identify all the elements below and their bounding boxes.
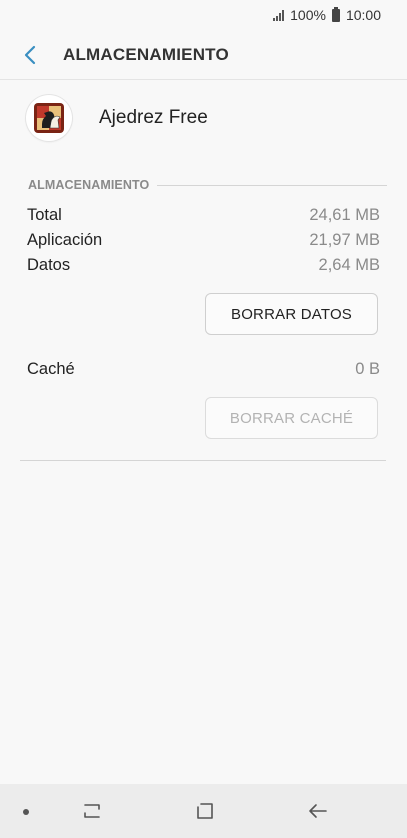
back-nav-button[interactable] — [303, 796, 333, 826]
home-button[interactable] — [190, 796, 220, 826]
storage-row-data: Datos 2,64 MB — [27, 254, 380, 276]
clear-data-button[interactable]: BORRAR DATOS — [205, 293, 378, 335]
chevron-left-icon — [24, 45, 36, 64]
battery-icon — [331, 6, 340, 22]
signal-icon — [273, 9, 285, 21]
row-label: Aplicación — [27, 230, 103, 249]
navigation-bar — [0, 784, 407, 838]
storage-row-total: Total 24,61 MB — [27, 204, 380, 226]
row-label: Datos — [27, 255, 71, 274]
app-name: Ajedrez Free — [99, 107, 208, 128]
recent-apps-button[interactable] — [77, 796, 107, 826]
recent-apps-icon — [84, 804, 100, 818]
storage-row-application: Aplicación 21,97 MB — [27, 229, 380, 251]
section-divider — [157, 184, 387, 186]
clock: 10:00 — [345, 7, 381, 23]
row-value: 2,64 MB — [318, 255, 380, 274]
row-label: Caché — [27, 359, 75, 378]
row-label: Total — [27, 205, 62, 224]
storage-section-header: ALMACENAMIENTO — [28, 178, 387, 192]
page-title: ALMACENAMIENTO — [63, 44, 229, 64]
status-bar: 100% 10:00 — [0, 0, 407, 30]
battery-percent: 100% — [290, 7, 326, 23]
row-value: 24,61 MB — [309, 205, 380, 224]
app-header: Ajedrez Free — [26, 95, 208, 141]
chess-app-icon — [26, 95, 72, 141]
home-icon — [197, 803, 213, 819]
section-label: ALMACENAMIENTO — [28, 178, 150, 192]
back-button[interactable] — [0, 30, 60, 80]
app-bar: ALMACENAMIENTO — [0, 30, 407, 80]
section-divider-bottom — [20, 460, 386, 461]
row-value: 21,97 MB — [309, 230, 380, 249]
clear-cache-button[interactable]: BORRAR CACHÉ — [205, 397, 378, 439]
back-arrow-icon — [309, 804, 327, 818]
dot-icon[interactable] — [23, 809, 29, 815]
row-value: 0 B — [355, 359, 380, 378]
cache-row: Caché 0 B — [27, 358, 380, 380]
